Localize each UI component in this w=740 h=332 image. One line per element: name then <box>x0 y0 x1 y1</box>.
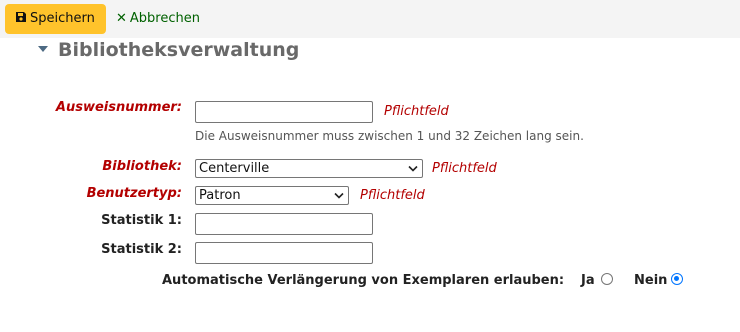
category-required-note: Pflichtfeld <box>360 188 425 203</box>
stat1-input[interactable] <box>195 213 373 235</box>
library-select-value: Centerville <box>199 161 270 176</box>
library-label: Bibliothek: <box>102 159 182 174</box>
chevron-down-icon <box>407 162 419 175</box>
stat1-label: Statistik 1: <box>101 213 182 228</box>
cardnumber-hint: Die Ausweisnummer muss zwischen 1 und 32… <box>195 129 584 143</box>
autorenew-no-label[interactable]: Nein <box>634 273 667 288</box>
library-required-note: Pflichtfeld <box>432 161 497 176</box>
autorenew-yes-label[interactable]: Ja <box>581 273 595 288</box>
section-legend[interactable]: Bibliotheksverwaltung <box>38 37 299 63</box>
close-icon: ✕ <box>116 11 127 26</box>
autorenew-no-radio[interactable] <box>671 273 683 285</box>
caret-down-icon <box>38 46 48 52</box>
save-button[interactable]: Speichern <box>5 4 106 34</box>
cancel-button-label: Abbrechen <box>129 11 200 26</box>
category-select[interactable]: Patron <box>195 186 349 205</box>
save-button-label: Speichern <box>30 11 95 26</box>
autorenew-yes-radio[interactable] <box>601 273 613 285</box>
cancel-button[interactable]: ✕ Abbrechen <box>116 4 200 34</box>
cardnumber-required-note: Pflichtfeld <box>384 104 449 119</box>
section-title: Bibliotheksverwaltung <box>58 39 300 61</box>
stat2-input[interactable] <box>195 242 373 264</box>
category-select-value: Patron <box>199 188 241 203</box>
chevron-down-icon <box>333 189 345 202</box>
cardnumber-input[interactable] <box>195 101 373 123</box>
autorenew-label: Automatische Verlängerung von Exemplaren… <box>162 273 565 288</box>
save-icon <box>15 5 27 35</box>
library-select[interactable]: Centerville <box>195 159 423 178</box>
toolbar: Speichern ✕ Abbrechen <box>0 0 740 38</box>
stat2-label: Statistik 2: <box>101 242 182 257</box>
category-label: Benutzertyp: <box>86 186 182 201</box>
cardnumber-label: Ausweisnummer: <box>55 100 182 115</box>
